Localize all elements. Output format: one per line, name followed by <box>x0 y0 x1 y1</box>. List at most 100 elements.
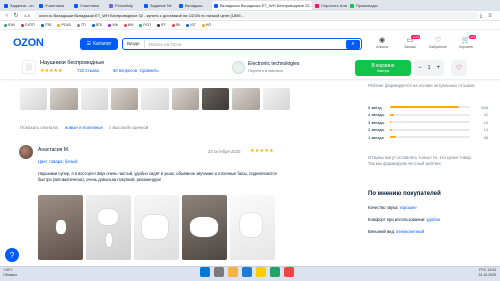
reload-icon[interactable]: ↻ <box>13 13 19 19</box>
windows-start-icon[interactable] <box>200 267 210 277</box>
favorite-button[interactable]: ♡ <box>451 60 467 76</box>
bookmark-item[interactable]: ГПБ <box>40 23 51 27</box>
gallery-image[interactable] <box>141 88 169 110</box>
rating-row[interactable]: 3 звезды 10 <box>368 119 488 125</box>
bookmark-item[interactable]: ИП <box>201 23 212 27</box>
bookmark-item[interactable]: Wb <box>108 23 118 27</box>
qty-minus-button[interactable]: − <box>418 65 422 71</box>
gallery-image[interactable] <box>110 88 139 110</box>
gallery-image[interactable] <box>80 88 108 110</box>
questions-link[interactable]: 60 вопросов <box>113 68 137 73</box>
browser-tab[interactable]: Вкладыш <box>177 1 211 10</box>
sort-option-high[interactable]: с высокой оценкой <box>109 125 148 130</box>
search-input[interactable]: Искать на Ozon <box>145 42 347 47</box>
product-title[interactable]: Наушники беспроводные <box>40 60 104 66</box>
header-nav-2[interactable]: ♡ Избранное <box>428 37 448 49</box>
gallery-image[interactable] <box>262 88 290 110</box>
file-explorer-icon[interactable] <box>228 267 238 277</box>
in-cart-button[interactable]: В корзине Завтра <box>355 60 411 76</box>
gallery-image[interactable] <box>171 88 199 110</box>
tab-favicon-icon <box>39 3 43 8</box>
review-photo[interactable] <box>230 195 275 260</box>
yandex-browser-icon[interactable] <box>256 267 266 277</box>
app-icon[interactable] <box>284 267 294 277</box>
browser-tab[interactable]: Вкладыши Вкладыши ET_WH Беспроводные 32 … <box>212 1 312 10</box>
seller-store-link[interactable]: Перейти в магазин <box>248 68 283 73</box>
rating-bar-fill <box>390 106 459 108</box>
menu-icon[interactable]: ≡ <box>487 13 493 19</box>
edge-browser-icon[interactable] <box>242 267 252 277</box>
seller-name[interactable]: Electronic technologies <box>248 61 299 67</box>
review-photo[interactable] <box>134 195 179 260</box>
review-stars: ★★★★★ <box>250 148 274 154</box>
gallery-image[interactable] <box>232 88 260 110</box>
header-nav-0[interactable]: ◉ Алисса <box>372 37 392 49</box>
sort-option-new[interactable]: новые и полезные <box>65 125 103 130</box>
bookmark-item[interactable]: ВТБ <box>91 23 102 27</box>
rating-row-count: 608 <box>481 104 488 110</box>
excel-icon[interactable] <box>270 267 280 277</box>
opinion-value[interactable]: великолепный <box>396 229 424 234</box>
bookmark-item[interactable]: СУПП <box>20 23 35 27</box>
browser-tab-bar: Задания - сп Участники Участники Pcloshkity… <box>0 0 500 11</box>
opinion-value[interactable]: хорошее <box>400 205 417 210</box>
bookmark-label: ИП <box>205 23 212 27</box>
browser-tab[interactable]: Задание № <box>142 1 176 10</box>
url-field[interactable]: ozon.ru Вкладыши Вкладыши ET_WH Беспрово… <box>35 12 478 19</box>
rating-bar-fill <box>390 121 392 123</box>
review-sort: Показать сначала: новые и полезные с выс… <box>20 125 148 130</box>
browser-tab[interactable]: Спросить Алису AI <box>313 1 347 10</box>
reviews-count-link[interactable]: 722 отзыва <box>77 68 99 73</box>
catalog-button[interactable]: ☰ Каталог <box>80 38 118 50</box>
rating-row[interactable]: 1 звезда 58 <box>368 134 488 140</box>
compare-link[interactable]: Сравнить <box>140 68 159 73</box>
review-photo[interactable] <box>86 195 131 260</box>
rating-row[interactable]: 5 звёзд 608 <box>368 104 488 110</box>
bookmark-item[interactable]: РСП <box>139 23 151 27</box>
bookmark-item[interactable]: ТП <box>76 23 86 27</box>
tab-label: Спросить Алису AI <box>321 3 347 8</box>
header-nav-3[interactable]: 🛒 Корзина 376 <box>456 35 476 49</box>
search-scope-select[interactable]: Везде <box>123 40 145 48</box>
review-photo[interactable] <box>182 195 227 260</box>
opinion-item: Внешний вид: великолепный <box>368 229 424 234</box>
back-icon[interactable]: ‹ <box>4 13 10 19</box>
quantity-stepper: − 1 + <box>414 60 444 76</box>
rating-row[interactable]: 2 звезды 14 <box>368 127 488 133</box>
rating-row-label: 3 звезды <box>368 119 385 125</box>
favorites-icon: ♡ <box>434 37 442 44</box>
taskbar-weather[interactable]: +18°C Облачно <box>3 268 17 277</box>
download-icon[interactable]: ⤓ <box>478 13 484 19</box>
rating-row[interactable]: 4 звезды 32 <box>368 112 488 118</box>
bookmark-item[interactable]: РСКБ <box>57 23 71 27</box>
gallery-image[interactable] <box>50 88 78 110</box>
opinion-item: Качество звука: хорошее <box>368 205 417 210</box>
bookmark-item[interactable]: ЯК <box>171 23 180 27</box>
opinion-value[interactable]: удобно <box>426 217 440 222</box>
search-icon[interactable] <box>214 267 224 277</box>
browser-tab[interactable]: Промокоды <box>348 1 382 10</box>
bookmark-item[interactable]: ИМ <box>123 23 133 27</box>
bookmark-item[interactable]: RT <box>156 23 166 27</box>
bookmark-item[interactable]: IST <box>186 23 196 27</box>
browser-tab[interactable]: Задания - сп <box>2 1 36 10</box>
browser-tab[interactable]: Участники <box>37 1 71 10</box>
gallery-image[interactable] <box>20 88 48 110</box>
bookmark-item[interactable]: ЮМ <box>4 23 15 27</box>
seller-logo[interactable] <box>232 61 245 74</box>
header-nav-label: Избранное <box>429 45 447 49</box>
search-button[interactable]: ⌕ <box>346 39 360 49</box>
ozon-logo[interactable]: OZON <box>13 37 44 49</box>
help-chat-button[interactable]: ? <box>5 248 19 262</box>
rating-bar <box>390 128 470 131</box>
opinion-key: Комфорт при использовании: <box>368 217 426 222</box>
review-photo[interactable] <box>38 195 83 260</box>
system-tray[interactable]: РУС 13:03 24.10.2025 <box>478 268 496 277</box>
bookmark-label: РСП <box>143 23 151 27</box>
browser-tab[interactable]: Участники <box>72 1 106 10</box>
header-nav-1[interactable]: ▭ Заказы 1479 <box>400 35 420 49</box>
rating-row-count: 14 <box>483 127 488 132</box>
browser-tab[interactable]: Pcloshkity <box>107 1 141 10</box>
gallery-image[interactable] <box>201 88 230 110</box>
qty-plus-button[interactable]: + <box>436 65 440 71</box>
